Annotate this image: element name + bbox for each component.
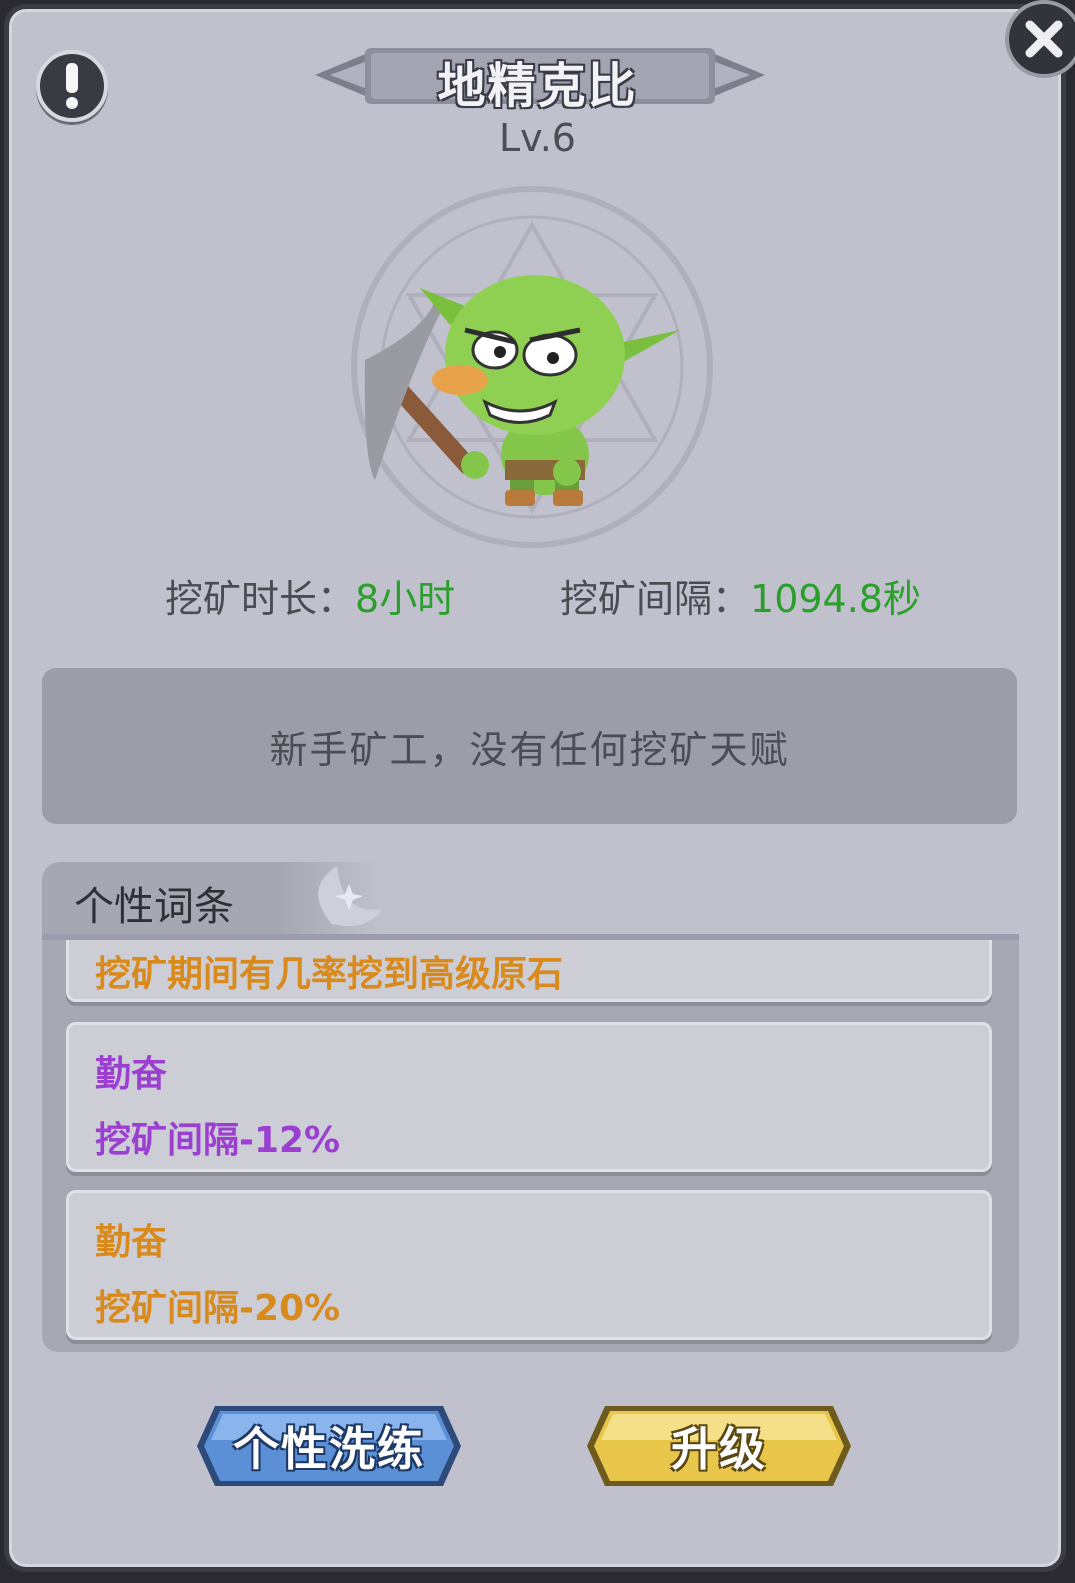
upgrade-label: 升级 <box>671 1422 767 1476</box>
trait-card-2: 勤奋 挖矿间隔-12% <box>66 1022 992 1172</box>
trait-card-3: 勤奋 挖矿间隔-20% <box>66 1190 992 1340</box>
trait-effect: 挖矿间隔-12% <box>95 1120 341 1161</box>
reroll-traits-button[interactable]: 个性洗练 <box>195 1402 463 1490</box>
character-level: Lv.6 <box>499 116 576 160</box>
mining-interval-value: 1094.8秒 <box>750 577 921 621</box>
description-box: 新手矿工，没有任何挖矿天赋 <box>42 668 1017 824</box>
trait-name: 勤奋 <box>95 1222 168 1263</box>
traits-list[interactable]: 挖矿期间有几率挖到高级原石 勤奋 挖矿间隔-12% 勤奋 挖矿间隔-20% <box>42 940 1019 1352</box>
trait-name: 勤奋 <box>95 1054 168 1095</box>
mining-duration-stat: 挖矿时长：8小时 <box>165 568 456 621</box>
upgrade-button[interactable]: 升级 <box>585 1402 853 1490</box>
trait-effect: 挖矿间隔-20% <box>95 1288 341 1329</box>
description-text: 新手矿工，没有任何挖矿天赋 <box>269 727 790 772</box>
mining-interval-label: 挖矿间隔： <box>560 577 751 621</box>
mining-interval-stat: 挖矿间隔：1094.8秒 <box>560 568 921 621</box>
mining-duration-value: 8小时 <box>355 577 456 621</box>
reroll-traits-label: 个性洗练 <box>233 1422 425 1476</box>
traits-tab: 个性词条 <box>42 862 382 934</box>
moon-star-icon <box>318 866 382 927</box>
trait-effect: 挖矿期间有几率挖到高级原石 <box>95 954 564 995</box>
traits-section: 个性词条 挖矿期间有几率挖到高级原石 勤奋 挖矿间隔-12% 勤奋 挖矿间隔-2… <box>42 862 1019 1352</box>
trait-card-1: 挖矿期间有几率挖到高级原石 <box>66 940 992 1002</box>
traits-tab-label: 个性词条 <box>74 884 234 930</box>
mining-duration-label: 挖矿时长： <box>165 577 356 621</box>
goblin-miner-portrait <box>351 186 713 548</box>
character-name: 地精克比 <box>437 58 638 114</box>
